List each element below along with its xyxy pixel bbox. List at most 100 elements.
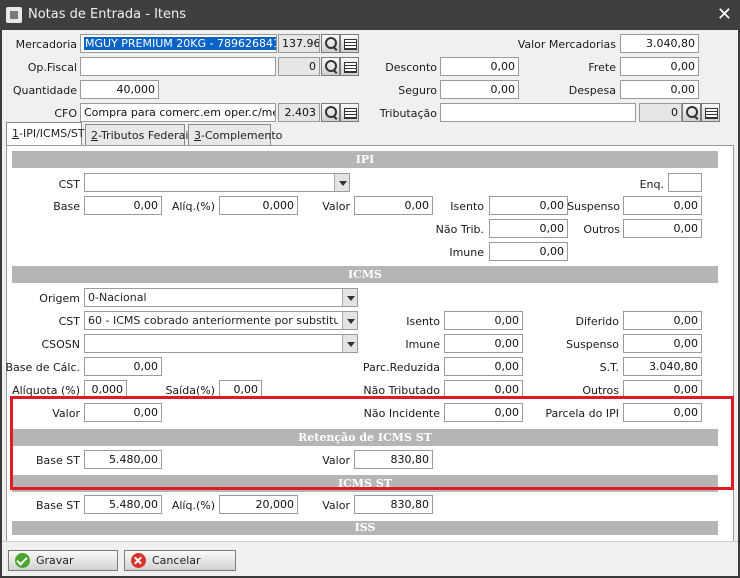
chevron-down-icon — [334, 174, 349, 191]
mercadoria-search-icon[interactable] — [321, 34, 340, 53]
icms-diferido-label: Diferido — [575, 315, 619, 328]
tab-complemento[interactable]: 3-Complemento — [188, 124, 282, 146]
cfo-field[interactable]: Compra para comerc.em oper.c/merc.c/s — [80, 103, 276, 122]
check-icon — [15, 553, 30, 568]
cancelar-label: Cancelar — [152, 554, 201, 567]
cancel-icon — [131, 553, 146, 568]
icms-origem-value: 0-Nacional — [88, 291, 147, 304]
gravar-label: Gravar — [36, 554, 74, 567]
cfo-search-icon[interactable] — [321, 103, 340, 122]
gravar-button[interactable]: Gravar — [8, 550, 118, 571]
icms-cst-value: 60 - ICMS cobrado anteriormente por subs… — [88, 314, 338, 327]
ipi-aliq-label: Alíq.(%) — [171, 200, 215, 213]
tributacao-search-icon[interactable] — [682, 103, 701, 122]
frete-label: Frete — [588, 61, 616, 74]
icms-suspenso-field[interactable]: 0,00 — [623, 334, 702, 353]
valor-mercadorias-field[interactable]: 3.040,80 — [620, 34, 699, 53]
window-title: Notas de Entrada - Itens — [28, 7, 187, 22]
tab-complemento-key: 3 — [194, 129, 201, 142]
icms-basecalc-field[interactable]: 0,00 — [84, 357, 162, 376]
ipi-imune-field[interactable]: 0,00 — [489, 242, 568, 261]
tab-tributos-label: -Tributos Federais — [98, 129, 195, 142]
tributacao-field[interactable] — [440, 103, 636, 122]
icms-parcred-label: Parc.Reduzida — [362, 361, 440, 374]
icms-imune-field[interactable]: 0,00 — [444, 334, 523, 353]
cfo-label: CFO — [54, 107, 77, 120]
tab-ipi-key: 1 — [12, 127, 19, 140]
chevron-down-icon — [342, 335, 357, 352]
frete-field[interactable]: 0,00 — [620, 57, 699, 76]
cfo-code-field[interactable]: 2.403 — [278, 103, 320, 122]
ipi-naotrib-label: Não Trib. — [435, 223, 484, 236]
ipi-isento-field[interactable]: 0,00 — [489, 196, 568, 215]
ipi-cst-select[interactable] — [84, 173, 350, 192]
tab-ipi-label: -IPI/ICMS/ST — [19, 127, 85, 140]
icmsst-valor-field[interactable]: 830,80 — [354, 495, 433, 514]
icms-cst-select[interactable]: 60 - ICMS cobrado anteriormente por subs… — [84, 311, 358, 330]
quantidade-field[interactable]: 40,000 — [80, 80, 159, 99]
tab-tributos-key: 2 — [91, 129, 98, 142]
chevron-down-icon — [342, 312, 357, 329]
icms-st-field[interactable]: 3.040,80 — [623, 357, 702, 376]
ipi-valor-label: Valor — [322, 200, 350, 213]
mercadoria-code-field[interactable]: 137.969 — [278, 34, 320, 53]
ipi-cst-label: CST — [58, 178, 80, 191]
ipi-base-label: Base — [53, 200, 80, 213]
close-icon[interactable]: ✕ — [717, 4, 732, 25]
despesa-field[interactable]: 0,00 — [620, 80, 699, 99]
icmsst-valor-label: Valor — [322, 499, 350, 512]
tab-ipi-icms-st[interactable]: 1-IPI/ICMS/ST — [6, 122, 85, 146]
opfiscal-code-field[interactable]: 0 — [278, 57, 320, 76]
quantidade-label: Quantidade — [12, 84, 77, 97]
tab-tributos-federais[interactable]: 2-Tributos Federais — [85, 124, 194, 146]
icmsst-basest-label: Base ST — [36, 499, 80, 512]
mercadoria-list-icon[interactable] — [340, 34, 359, 53]
ipi-enq-label: Enq. — [639, 178, 664, 191]
icms-cst-label: CST — [58, 315, 80, 328]
ipi-base-field[interactable]: 0,00 — [84, 196, 162, 215]
ipi-naotrib-field[interactable]: 0,00 — [489, 219, 568, 238]
icms-section-header: ICMS — [12, 266, 718, 283]
seguro-label: Seguro — [398, 84, 437, 97]
tributacao-label: Tributação — [379, 107, 437, 120]
tab-complemento-label: -Complemento — [201, 129, 283, 142]
ipi-enq-field[interactable] — [668, 173, 702, 192]
dialog-body: Mercadoria MGUY PREMIUM 20KG - 78962684 1… — [2, 30, 738, 576]
seguro-field[interactable]: 0,00 — [440, 80, 519, 99]
cancelar-button[interactable]: Cancelar — [124, 550, 236, 571]
icms-origem-select[interactable]: 0-Nacional — [84, 288, 358, 307]
iss-section-header: ISS — [12, 521, 718, 535]
icms-csosn-label: CSOSN — [41, 338, 80, 351]
opfiscal-search-icon[interactable] — [321, 57, 340, 76]
icms-csosn-select[interactable] — [84, 334, 358, 353]
icmsst-aliq-field[interactable]: 20,000 — [219, 495, 298, 514]
app-logo-icon — [6, 7, 22, 23]
icms-suspenso-label: Suspenso — [566, 338, 619, 351]
icms-imune-label: Imune — [405, 338, 440, 351]
chevron-down-icon — [342, 289, 357, 306]
mercadoria-value: MGUY PREMIUM 20KG - 7896268413903 — [84, 37, 276, 50]
icms-origem-label: Origem — [39, 292, 80, 305]
ipi-aliq-field[interactable]: 0,000 — [219, 196, 298, 215]
valor-mercadorias-label: Valor Mercadorias — [517, 38, 616, 51]
icmsst-aliq-label: Alíq.(%) — [171, 499, 215, 512]
icmsst-basest-field[interactable]: 5.480,00 — [84, 495, 162, 514]
highlight-box — [10, 396, 734, 490]
tributacao-code-field[interactable]: 0 — [639, 103, 682, 122]
opfiscal-label: Op.Fiscal — [27, 61, 77, 74]
icms-basecalc-label: Base de Cálc. — [5, 361, 80, 374]
icms-diferido-field[interactable]: 0,00 — [623, 311, 702, 330]
tributacao-list-icon[interactable] — [701, 103, 720, 122]
ipi-imune-label: Imune — [449, 246, 484, 259]
icms-parcred-field[interactable]: 0,00 — [444, 357, 523, 376]
mercadoria-field[interactable]: MGUY PREMIUM 20KG - 7896268413903 — [80, 34, 277, 53]
desconto-field[interactable]: 0,00 — [440, 57, 519, 76]
ipi-suspenso-field[interactable]: 0,00 — [623, 196, 702, 215]
ipi-isento-label: Isento — [450, 200, 484, 213]
ipi-outros-field[interactable]: 0,00 — [623, 219, 702, 238]
icms-st-label: S.T. — [599, 361, 619, 374]
opfiscal-field[interactable] — [80, 57, 276, 76]
ipi-outros-label: Outros — [583, 223, 620, 236]
icms-isento-label: Isento — [406, 315, 440, 328]
icms-isento-field[interactable]: 0,00 — [444, 311, 523, 330]
